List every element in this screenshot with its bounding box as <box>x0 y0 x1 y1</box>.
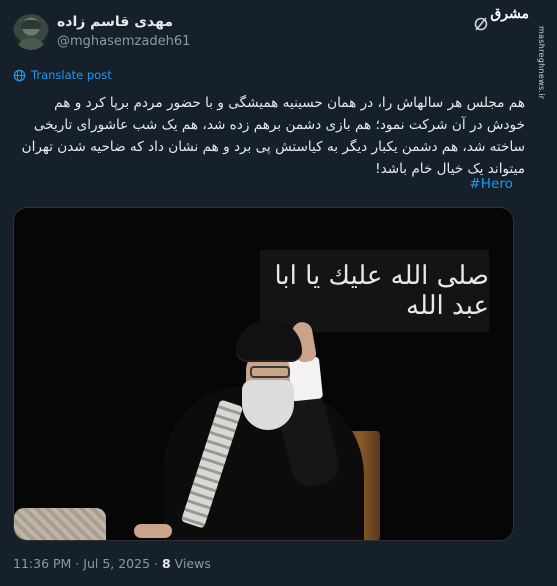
translate-post-link[interactable]: Translate post <box>13 67 112 83</box>
cushion <box>14 508 106 540</box>
globe-icon <box>13 69 26 81</box>
display-name[interactable]: مهدی قاسم زاده <box>57 14 173 30</box>
post-date[interactable]: Jul 5, 2025 <box>83 556 150 571</box>
avatar-shoulder <box>16 38 46 50</box>
brand-site-watermark: mashreghnews.ir <box>537 26 546 100</box>
brand-logo: مشرق <box>490 6 529 22</box>
figure-glasses <box>250 366 290 378</box>
post-meta: 11:36 PM · Jul 5, 2025 · 8 Views <box>13 556 211 571</box>
post-time[interactable]: 11:36 PM <box>13 556 71 571</box>
avatar[interactable] <box>13 14 49 50</box>
grok-icon[interactable] <box>473 16 489 32</box>
user-handle[interactable]: @mghasemzadeh61 <box>57 34 190 49</box>
translate-post-label: Translate post <box>31 68 112 82</box>
figure-beard <box>242 380 294 430</box>
banner-cloth: صلى الله عليك يا ابا عبد الله <box>260 250 490 332</box>
figure-lower-hand <box>134 524 172 538</box>
post-text: هم مجلس هر سالهاش را، در همان حسینیه همی… <box>21 95 525 177</box>
views-count: 8 <box>161 556 171 571</box>
hashtag-link[interactable]: #Hero <box>469 176 513 192</box>
views-label: Views <box>174 556 211 571</box>
banner-calligraphy: صلى الله عليك يا ابا عبد الله <box>274 261 490 321</box>
avatar-cap <box>21 20 41 29</box>
post-image[interactable]: صلى الله عليك يا ابا عبد الله <box>13 207 514 541</box>
separator-dot: · <box>154 556 162 571</box>
